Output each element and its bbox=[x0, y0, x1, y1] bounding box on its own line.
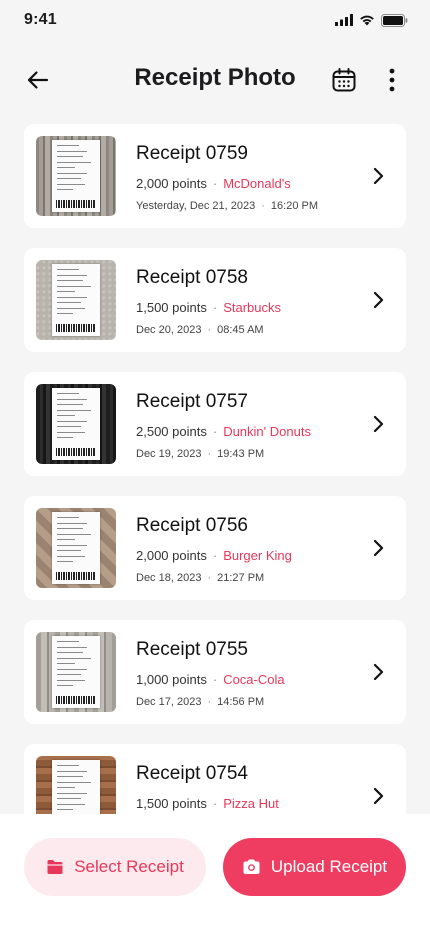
receipt-meta: 1,500 points · Starbucks bbox=[136, 300, 281, 315]
receipt-meta: 2,500 points · Dunkin' Donuts bbox=[136, 424, 311, 439]
bottom-action-bar: Select Receipt Upload Receipt bbox=[0, 814, 430, 932]
receipt-date: Dec 17, 2023 bbox=[136, 696, 202, 708]
camera-icon bbox=[243, 859, 260, 874]
chevron-right-icon[interactable] bbox=[366, 784, 390, 808]
receipt-title: Receipt 0756 bbox=[136, 515, 248, 536]
upload-receipt-label: Upload Receipt bbox=[270, 857, 388, 876]
separator-dot: · bbox=[261, 200, 265, 212]
chevron-right-icon[interactable] bbox=[366, 412, 390, 436]
receipt-time: 19:43 PM bbox=[217, 448, 265, 460]
select-receipt-button[interactable]: Select Receipt bbox=[24, 838, 206, 896]
receipt-meta: 1,000 points · Coca-Cola bbox=[136, 672, 285, 687]
separator-dot: · bbox=[212, 548, 218, 563]
receipt-title: Receipt 0759 bbox=[136, 143, 248, 164]
receipt-title: Receipt 0754 bbox=[136, 763, 248, 784]
receipt-list: Receipt 0759 2,000 points · McDonald's Yeste… bbox=[24, 124, 406, 868]
receipt-thumbnail bbox=[36, 508, 116, 588]
receipt-datetime: Dec 17, 2023 · 14:56 PM bbox=[136, 696, 264, 708]
receipt-points: 2,000 points bbox=[136, 548, 207, 563]
separator-dot: · bbox=[207, 448, 212, 460]
receipt-meta: 1,500 points · Pizza Hut bbox=[136, 796, 279, 811]
folder-icon bbox=[47, 860, 63, 874]
separator-dot: · bbox=[212, 672, 218, 687]
receipt-thumbnail bbox=[36, 260, 116, 340]
battery-icon bbox=[381, 13, 408, 27]
receipt-time: 16:20 PM bbox=[270, 200, 319, 212]
receipt-points: 1,500 points bbox=[136, 796, 207, 811]
receipt-date: Dec 18, 2023 bbox=[136, 572, 202, 584]
receipt-title: Receipt 0757 bbox=[136, 391, 248, 412]
receipt-card[interactable]: Receipt 0759 2,000 points · McDonald's Yeste… bbox=[24, 124, 406, 228]
arrow-left-icon bbox=[27, 71, 49, 89]
receipt-thumbnail bbox=[36, 136, 116, 216]
receipt-paper-image bbox=[52, 388, 100, 460]
receipt-date: Dec 19, 2023 bbox=[136, 448, 202, 460]
status-time: 9:41 bbox=[24, 11, 57, 28]
wifi-icon bbox=[359, 14, 375, 26]
separator-dot: · bbox=[212, 424, 218, 439]
receipt-merchant: Coca-Cola bbox=[223, 672, 285, 687]
signal-icon bbox=[335, 14, 353, 26]
chevron-right-icon[interactable] bbox=[366, 536, 390, 560]
receipt-thumbnail bbox=[36, 384, 116, 464]
upload-receipt-button[interactable]: Upload Receipt bbox=[223, 838, 406, 896]
page-title: Receipt Photo bbox=[134, 64, 296, 91]
receipt-card[interactable]: Receipt 0755 1,000 points · Coca-Cola Dec 17… bbox=[24, 620, 406, 724]
receipt-points: 2,000 points bbox=[136, 176, 207, 191]
receipt-paper-image bbox=[52, 636, 100, 708]
receipt-datetime: Dec 20, 2023 · 08:45 AM bbox=[136, 324, 264, 336]
receipt-date: Yesterday, Dec 21, 2023 bbox=[136, 200, 256, 212]
calendar-button[interactable] bbox=[330, 66, 358, 94]
receipt-merchant: McDonald's bbox=[223, 176, 291, 191]
select-receipt-label: Select Receipt bbox=[74, 857, 184, 876]
separator-dot: · bbox=[212, 176, 218, 191]
receipt-meta: 2,000 points · McDonald's bbox=[136, 176, 291, 191]
receipt-title: Receipt 0755 bbox=[136, 639, 248, 660]
receipt-paper-image bbox=[52, 140, 100, 212]
receipt-time: 08:45 AM bbox=[217, 324, 264, 336]
receipt-merchant: Pizza Hut bbox=[223, 796, 279, 811]
status-bar: 9:41 bbox=[0, 0, 430, 44]
receipt-paper-image bbox=[52, 512, 100, 584]
receipt-card[interactable]: Receipt 0758 1,500 points · Starbucks Dec 20… bbox=[24, 248, 406, 352]
more-vertical-icon bbox=[389, 68, 395, 92]
receipt-points: 2,500 points bbox=[136, 424, 207, 439]
separator-dot: · bbox=[212, 300, 218, 315]
receipt-merchant: Starbucks bbox=[223, 300, 281, 315]
separator-dot: · bbox=[212, 796, 218, 811]
back-button[interactable] bbox=[24, 66, 52, 94]
receipt-merchant: Burger King bbox=[223, 548, 292, 563]
separator-dot: · bbox=[207, 324, 212, 336]
receipt-points: 1,000 points bbox=[136, 672, 207, 687]
chevron-right-icon[interactable] bbox=[366, 164, 390, 188]
receipt-thumbnail bbox=[36, 632, 116, 712]
receipt-merchant: Dunkin' Donuts bbox=[223, 424, 311, 439]
receipt-date: Dec 20, 2023 bbox=[136, 324, 202, 336]
status-icons bbox=[335, 13, 408, 27]
separator-dot: · bbox=[207, 572, 212, 584]
receipt-datetime: Yesterday, Dec 21, 2023 · 16:20 PM bbox=[136, 200, 318, 212]
chevron-right-icon[interactable] bbox=[366, 288, 390, 312]
chevron-right-icon[interactable] bbox=[366, 660, 390, 684]
receipt-datetime: Dec 19, 2023 · 19:43 PM bbox=[136, 448, 264, 460]
more-button[interactable] bbox=[378, 66, 406, 94]
receipt-card[interactable]: Receipt 0756 2,000 points · Burger King Dec … bbox=[24, 496, 406, 600]
receipt-time: 14:56 PM bbox=[217, 696, 265, 708]
calendar-icon bbox=[332, 68, 356, 92]
header: Receipt Photo bbox=[0, 54, 430, 106]
receipt-title: Receipt 0758 bbox=[136, 267, 248, 288]
receipt-paper-image bbox=[52, 264, 100, 336]
receipt-card[interactable]: Receipt 0757 2,500 points · Dunkin' Donuts D… bbox=[24, 372, 406, 476]
separator-dot: · bbox=[207, 696, 212, 708]
receipt-points: 1,500 points bbox=[136, 300, 207, 315]
receipt-time: 21:27 PM bbox=[217, 572, 265, 584]
receipt-datetime: Dec 18, 2023 · 21:27 PM bbox=[136, 572, 264, 584]
receipt-meta: 2,000 points · Burger King bbox=[136, 548, 292, 563]
